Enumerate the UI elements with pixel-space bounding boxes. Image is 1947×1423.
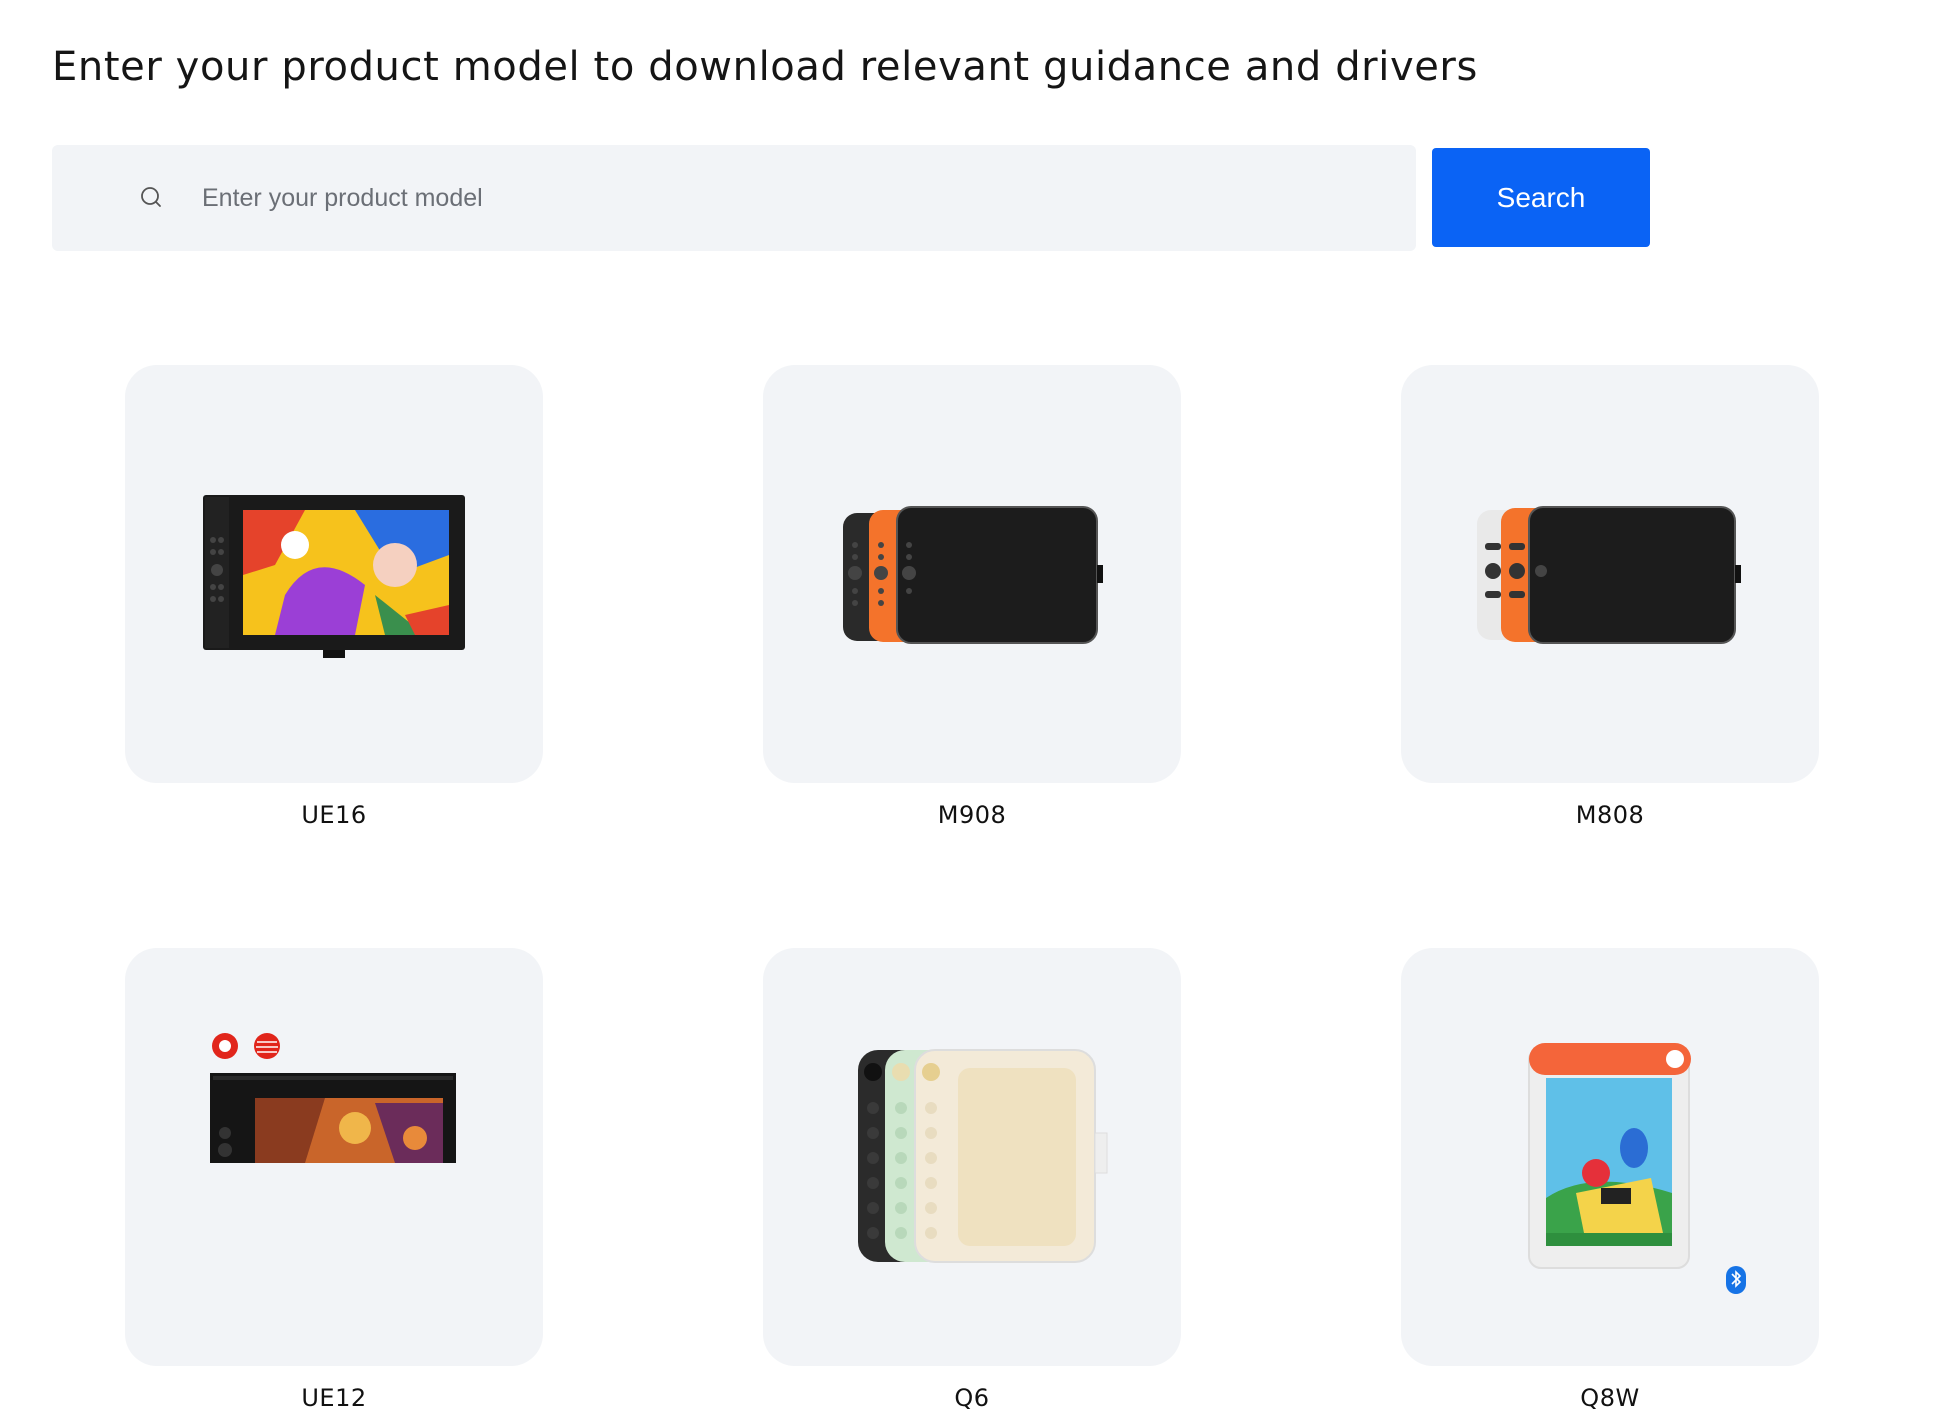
- product-image: [210, 1033, 456, 1163]
- product-card-ue12[interactable]: UE12: [125, 948, 543, 1412]
- product-model-label[interactable]: UE16: [125, 801, 543, 829]
- page-title: Enter your product model to download rel…: [52, 44, 1478, 90]
- product-image-tile[interactable]: [1401, 948, 1819, 1366]
- product-image-tile[interactable]: [1401, 365, 1819, 783]
- product-card-m808[interactable]: M808: [1401, 365, 1819, 829]
- product-model-label[interactable]: UE12: [125, 1384, 543, 1412]
- product-card-ue16[interactable]: UE16: [125, 365, 543, 829]
- red-dot-award-icon: [254, 1033, 280, 1059]
- product-card-m908[interactable]: M908: [763, 365, 1181, 829]
- product-model-label[interactable]: Q6: [763, 1384, 1181, 1412]
- product-model-label[interactable]: M808: [1401, 801, 1819, 829]
- search-box: [52, 145, 1416, 251]
- product-image-tile[interactable]: [763, 948, 1181, 1366]
- product-image: [858, 1049, 1108, 1263]
- product-model-label[interactable]: M908: [763, 801, 1181, 829]
- product-image: [203, 495, 465, 658]
- product-image: [843, 506, 1103, 644]
- product-image: [1477, 506, 1741, 644]
- product-image-tile[interactable]: [763, 365, 1181, 783]
- product-image-tile[interactable]: [125, 365, 543, 783]
- search-button[interactable]: Search: [1432, 148, 1650, 247]
- product-model-label[interactable]: Q8W: [1401, 1384, 1819, 1412]
- product-image-tile[interactable]: [125, 948, 543, 1366]
- search-input[interactable]: [202, 145, 1382, 251]
- product-image: [1528, 1043, 1746, 1294]
- product-card-q8w[interactable]: Q8W: [1401, 948, 1819, 1412]
- product-card-q6[interactable]: Q6: [763, 948, 1181, 1412]
- page: Enter your product model to download rel…: [0, 0, 1947, 1423]
- search-icon: [141, 187, 161, 207]
